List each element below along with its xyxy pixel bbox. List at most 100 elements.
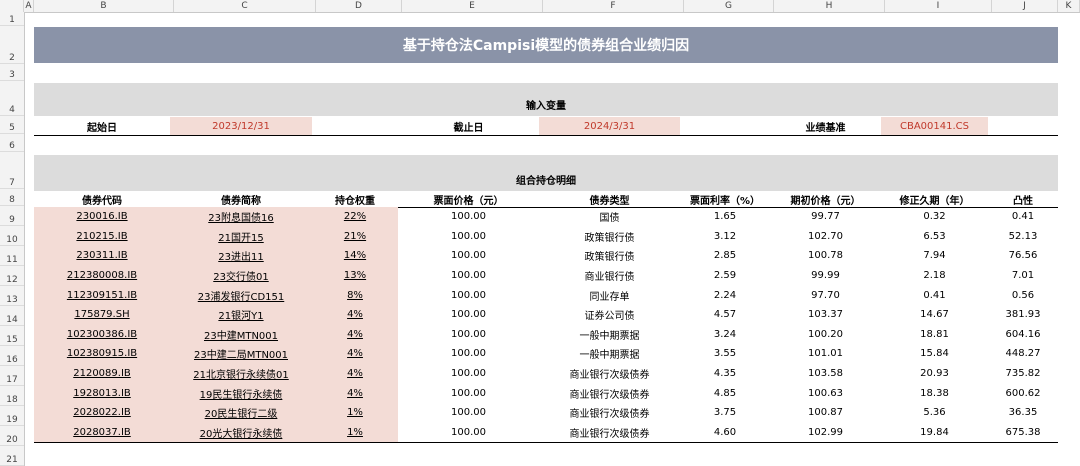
cell-modified-duration[interactable]: 19.84	[881, 423, 988, 443]
cell-modified-duration[interactable]: 0.32	[881, 207, 988, 227]
row-header[interactable]: 18	[0, 386, 24, 406]
start-date-label[interactable]: 起始日	[34, 117, 170, 135]
benchmark-label[interactable]: 业绩基准	[770, 117, 881, 135]
cell-face-price[interactable]: 100.00	[398, 403, 539, 423]
cell-coupon-rate[interactable]: 4.35	[680, 364, 770, 384]
cell-weight[interactable]: 22%	[312, 207, 398, 227]
cell-initial-price[interactable]: 100.78	[770, 246, 881, 266]
cell-bond-type[interactable]: 一般中期票据	[539, 344, 680, 364]
cell-modified-duration[interactable]: 14.67	[881, 305, 988, 325]
cell-coupon-rate[interactable]: 3.12	[680, 227, 770, 247]
cell-weight[interactable]: 4%	[312, 344, 398, 364]
cell-modified-duration[interactable]: 5.36	[881, 403, 988, 423]
benchmark-value[interactable]: CBA00141.CS	[881, 117, 988, 135]
cell-coupon-rate[interactable]: 3.24	[680, 325, 770, 345]
start-date-value[interactable]: 2023/12/31	[170, 117, 312, 135]
cell-initial-price[interactable]: 103.58	[770, 364, 881, 384]
header-bond-name[interactable]: 债券简称	[170, 191, 312, 208]
cell-coupon-rate[interactable]: 1.65	[680, 207, 770, 227]
cell-weight[interactable]: 1%	[312, 422, 398, 443]
row-header[interactable]: 8	[0, 189, 24, 206]
cell-coupon-rate[interactable]: 4.60	[680, 423, 770, 443]
row-header[interactable]: 2	[0, 26, 24, 64]
row-header[interactable]: 5	[0, 116, 24, 134]
cell-bond-name[interactable]: 23浦发银行CD151	[170, 285, 312, 305]
empty-cell[interactable]	[312, 117, 398, 135]
column-header-g[interactable]: G	[684, 0, 774, 12]
cell-weight[interactable]: 13%	[312, 265, 398, 286]
cell-face-price[interactable]: 100.00	[398, 285, 539, 305]
cell-convexity[interactable]: 76.56	[988, 246, 1058, 266]
header-face-price[interactable]: 票面价格（元）	[398, 191, 539, 208]
cell-face-price[interactable]: 100.00	[398, 344, 539, 364]
row-header[interactable]: 14	[0, 306, 24, 326]
cell-bond-type[interactable]: 政策银行债	[539, 246, 680, 266]
cell-initial-price[interactable]: 101.01	[770, 344, 881, 364]
cell-bond-code[interactable]: 1928013.IB	[34, 383, 170, 403]
header-initial-price[interactable]: 期初价格（元）	[770, 191, 881, 208]
cell-convexity[interactable]: 52.13	[988, 227, 1058, 247]
cell-face-price[interactable]: 100.00	[398, 266, 539, 286]
cell-convexity[interactable]: 675.38	[988, 423, 1058, 443]
row-header[interactable]: 15	[0, 326, 24, 346]
row-header[interactable]: 10	[0, 226, 24, 246]
cell-face-price[interactable]: 100.00	[398, 207, 539, 227]
row-header[interactable]: 9	[0, 206, 24, 226]
cell-coupon-rate[interactable]: 3.55	[680, 344, 770, 364]
cell-bond-type[interactable]: 同业存单	[539, 285, 680, 305]
row-header[interactable]: 1	[0, 12, 24, 26]
cell-face-price[interactable]: 100.00	[398, 305, 539, 325]
cell-bond-type[interactable]: 商业银行次级债券	[539, 403, 680, 423]
header-modified-duration[interactable]: 修正久期（年）	[881, 191, 988, 208]
cell-convexity[interactable]: 600.62	[988, 383, 1058, 403]
cell-bond-name[interactable]: 21国开15	[170, 226, 312, 247]
cell-initial-price[interactable]: 97.70	[770, 285, 881, 305]
cell-bond-type[interactable]: 一般中期票据	[539, 325, 680, 345]
column-header-c[interactable]: C	[174, 0, 316, 12]
column-header-i[interactable]: I	[885, 0, 992, 12]
cell-bond-name[interactable]: 23进出11	[170, 246, 312, 266]
cell-weight[interactable]: 4%	[312, 305, 398, 325]
cell-bond-code[interactable]: 230311.IB	[34, 246, 170, 266]
cell-bond-type[interactable]: 商业银行次级债券	[539, 423, 680, 443]
cell-bond-code[interactable]: 112309151.IB	[34, 285, 170, 305]
end-date-value[interactable]: 2024/3/31	[539, 117, 680, 135]
cell-convexity[interactable]: 448.27	[988, 344, 1058, 364]
cell-modified-duration[interactable]: 0.41	[881, 285, 988, 305]
empty-cell[interactable]	[988, 117, 1058, 135]
cell-initial-price[interactable]: 100.63	[770, 383, 881, 403]
cell-modified-duration[interactable]: 7.94	[881, 246, 988, 266]
row-header[interactable]: 21	[0, 446, 24, 466]
cell-weight[interactable]: 8%	[312, 285, 398, 305]
cell-bond-code[interactable]: 102380915.IB	[34, 344, 170, 364]
cell-convexity[interactable]: 735.82	[988, 364, 1058, 384]
cell-initial-price[interactable]: 100.20	[770, 325, 881, 345]
cell-bond-code[interactable]: 210215.IB	[34, 226, 170, 247]
row-header[interactable]: 4	[0, 81, 24, 116]
cell-bond-code[interactable]: 175879.SH	[34, 305, 170, 325]
cell-weight[interactable]: 4%	[312, 324, 398, 345]
cell-initial-price[interactable]: 100.87	[770, 403, 881, 423]
cell-coupon-rate[interactable]: 2.85	[680, 246, 770, 266]
cell-bond-type[interactable]: 商业银行次级债券	[539, 383, 680, 403]
row-header[interactable]: 7	[0, 152, 24, 189]
cell-face-price[interactable]: 100.00	[398, 246, 539, 266]
cell-convexity[interactable]: 7.01	[988, 266, 1058, 286]
cell-bond-name[interactable]: 23中建MTN001	[170, 324, 312, 345]
input-section-header[interactable]: 输入变量	[34, 83, 1058, 116]
cell-face-price[interactable]: 100.00	[398, 364, 539, 384]
cell-bond-type[interactable]: 政策银行债	[539, 227, 680, 247]
row-header[interactable]: 6	[0, 134, 24, 152]
cell-bond-name[interactable]: 23交行债01	[170, 265, 312, 286]
column-header-k[interactable]: K	[1058, 0, 1080, 12]
report-title[interactable]: 基于持仓法Campisi模型的债券组合业绩归因	[34, 27, 1058, 63]
cell-bond-type[interactable]: 证券公司债	[539, 305, 680, 325]
cell-convexity[interactable]: 0.41	[988, 207, 1058, 227]
row-header[interactable]: 20	[0, 426, 24, 446]
cell-coupon-rate[interactable]: 4.57	[680, 305, 770, 325]
column-header-f[interactable]: F	[543, 0, 684, 12]
cell-convexity[interactable]: 381.93	[988, 305, 1058, 325]
cell-bond-code[interactable]: 230016.IB	[34, 207, 170, 227]
cell-bond-name[interactable]: 23中建二局MTN001	[170, 344, 312, 364]
cell-bond-name[interactable]: 23附息国债16	[170, 207, 312, 227]
